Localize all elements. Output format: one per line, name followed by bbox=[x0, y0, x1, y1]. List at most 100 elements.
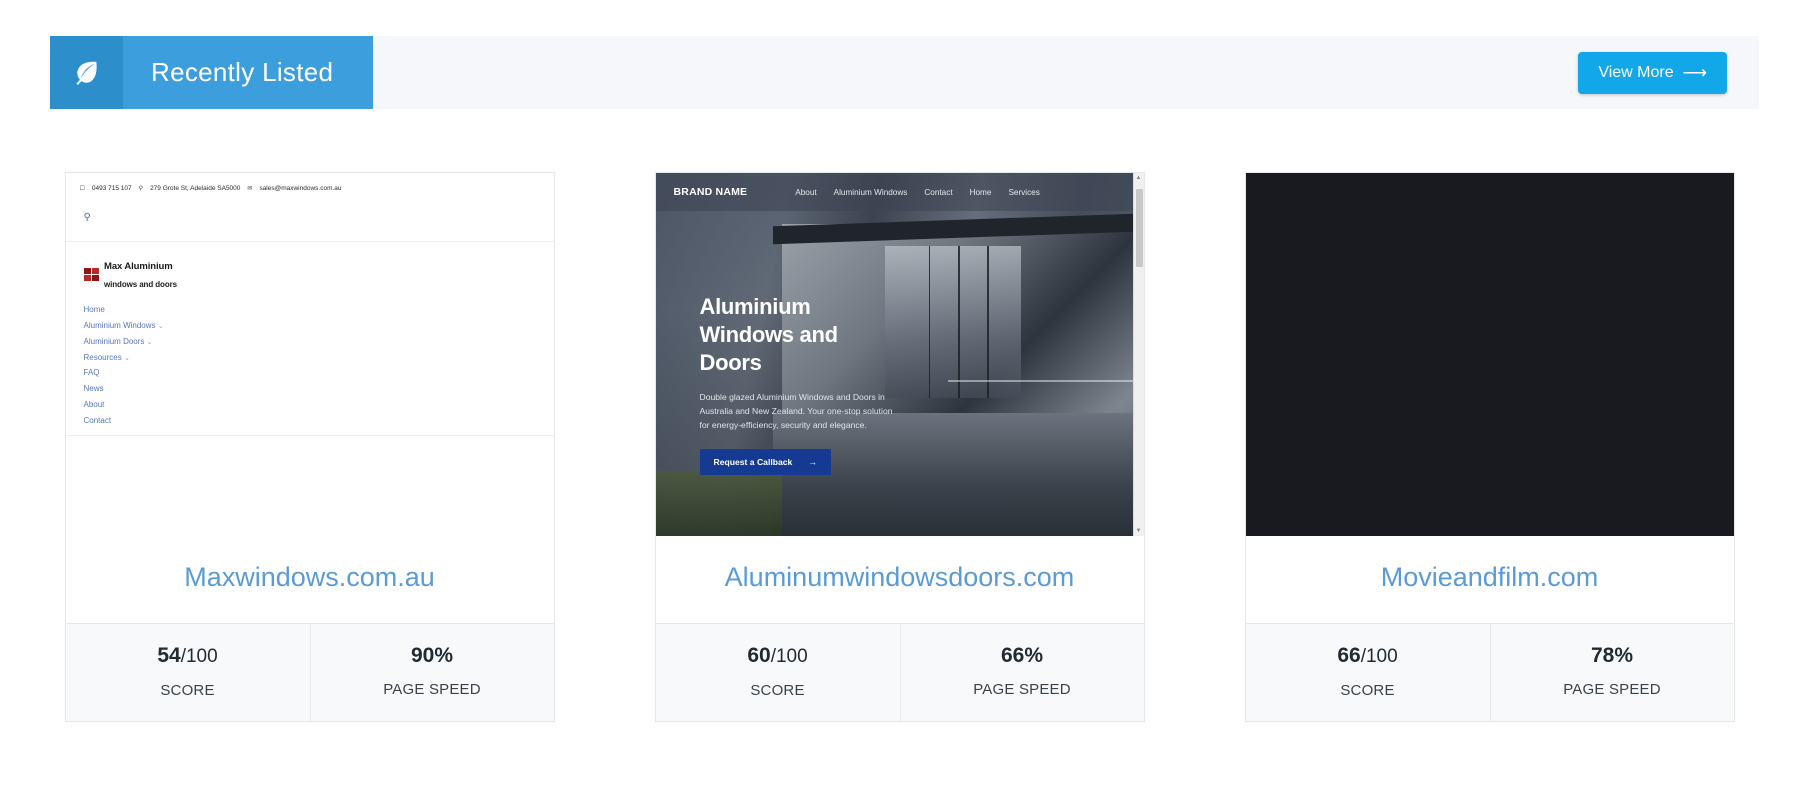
hero-photo-mullion bbox=[928, 245, 931, 399]
thumb-nav-item: About bbox=[84, 396, 554, 412]
score-suffix: /100 bbox=[180, 646, 218, 667]
scroll-down-icon[interactable]: ▼ bbox=[1136, 528, 1142, 534]
score-stat: 66/100 SCORE bbox=[1246, 624, 1490, 721]
location-pin-icon: ⚲ bbox=[138, 186, 144, 192]
chevron-down-icon: ⌄ bbox=[157, 322, 164, 330]
search-icon: ⚲ bbox=[83, 212, 91, 223]
page-speed-value: 66% bbox=[1000, 644, 1044, 667]
header-badge: Recently Listed bbox=[50, 36, 373, 109]
site-domain-link[interactable]: Movieandfilm.com bbox=[1246, 536, 1734, 623]
site-stats: 54/100 SCORE 90% PAGE SPEED bbox=[65, 623, 554, 721]
site-thumbnail[interactable]: ☐ 0493 715 107 ⚲ 279 Grote St, Adelaide … bbox=[65, 173, 554, 536]
site-stats: 66/100 SCORE 78% PAGE SPEED bbox=[1245, 623, 1734, 721]
thumb-nav-label: Aluminium Windows bbox=[83, 320, 156, 330]
thumb-nav-item: Contact bbox=[84, 412, 554, 428]
thumb-nav-item: Contact bbox=[924, 187, 953, 197]
thumb-phone: 0493 715 107 bbox=[91, 185, 132, 192]
score-value-row: 66/100 bbox=[1250, 642, 1486, 670]
thumb-nav-item: Home bbox=[84, 302, 554, 318]
thumb-nav-item: Aluminium Doors ⌄ bbox=[84, 333, 554, 349]
header-title-container: Recently Listed bbox=[123, 36, 373, 109]
site-cards-row: ☐ 0493 715 107 ⚲ 279 Grote St, Adelaide … bbox=[0, 172, 1799, 722]
site-domain-link[interactable]: Maxwindows.com.au bbox=[66, 536, 554, 623]
thumb-scrollbar[interactable]: ▲ ▼ bbox=[1132, 173, 1144, 536]
arrow-right-icon: ⟶ bbox=[1682, 63, 1707, 82]
thumb-hero-heading: Aluminium Windows and Doors bbox=[699, 294, 839, 376]
page-speed-label: PAGE SPEED bbox=[973, 681, 1071, 699]
view-more-label: View More bbox=[1598, 63, 1674, 81]
hero-photo-balcony-rail bbox=[948, 379, 1134, 382]
arrow-right-icon: → bbox=[808, 457, 817, 468]
thumb-hero-paragraph: Double glazed Aluminium Windows and Door… bbox=[699, 392, 893, 431]
site-thumbnail[interactable] bbox=[1245, 173, 1734, 536]
score-suffix: /100 bbox=[1360, 646, 1398, 667]
view-more-button[interactable]: View More ⟶ bbox=[1578, 51, 1727, 94]
score-value-row: 60/100 bbox=[660, 642, 896, 670]
thumb-divider-bottom bbox=[65, 435, 554, 437]
score-value: 60 bbox=[747, 644, 771, 667]
thumb-request-callback-button: Request a Callback → bbox=[699, 449, 831, 476]
thumb-address: 279 Grote St, Adelaide SA5000 bbox=[150, 185, 241, 192]
thumb-brand: BRAND NAME bbox=[673, 186, 748, 198]
thumb-nav-item: Aluminium Windows ⌄ bbox=[84, 318, 554, 334]
site-card[interactable]: ☐ 0493 715 107 ⚲ 279 Grote St, Adelaide … bbox=[64, 172, 555, 722]
thumb-logo: Max Aluminium windows and doors bbox=[66, 242, 554, 293]
page-speed-value: 78% bbox=[1590, 644, 1634, 667]
logo-mark-icon bbox=[83, 267, 99, 282]
thumb-contact-bar: ☐ 0493 715 107 ⚲ 279 Grote St, Adelaide … bbox=[66, 173, 554, 192]
header-spacer bbox=[373, 36, 1578, 109]
page-speed-stat: 78% PAGE SPEED bbox=[1489, 624, 1734, 721]
thumbnail-movieandfilm bbox=[1245, 173, 1734, 536]
page-speed-stat: 90% PAGE SPEED bbox=[309, 624, 554, 721]
thumb-nav-label: Contact bbox=[83, 415, 112, 425]
logo-text: Max Aluminium windows and doors bbox=[104, 256, 177, 293]
thumb-nav-links: About Aluminium Windows Contact Home Ser… bbox=[795, 188, 1040, 197]
score-value-row: 54/100 bbox=[70, 642, 306, 670]
thumb-nav-item: Home bbox=[969, 187, 992, 197]
site-stats: 60/100 SCORE 66% PAGE SPEED bbox=[655, 623, 1144, 721]
leaf-icon bbox=[72, 58, 102, 88]
thumb-nav-label: Resources bbox=[83, 352, 122, 362]
site-domain-link[interactable]: Aluminumwindowsdoors.com bbox=[656, 536, 1144, 623]
header-action-area: View More ⟶ bbox=[1578, 36, 1759, 109]
thumb-nav-label: Aluminium Doors bbox=[83, 336, 145, 346]
chevron-down-icon: ⌄ bbox=[123, 354, 130, 362]
thumb-cta-label: Request a Callback bbox=[713, 457, 793, 468]
score-value: 66 bbox=[1337, 644, 1361, 667]
site-thumbnail[interactable]: BRAND NAME About Aluminium Windows Conta… bbox=[655, 173, 1144, 536]
page-speed-label: PAGE SPEED bbox=[383, 681, 481, 699]
thumb-nav-label: About bbox=[83, 399, 105, 409]
site-card[interactable]: Movieandfilm.com 66/100 SCORE 78% PAGE S… bbox=[1244, 172, 1735, 722]
thumb-nav-item: News bbox=[84, 381, 554, 397]
score-stat: 60/100 SCORE bbox=[656, 624, 900, 721]
thumb-hero-content: Aluminium Windows and Doors Double glaze… bbox=[699, 293, 900, 476]
thumbnail-aluminumwindowsdoors: BRAND NAME About Aluminium Windows Conta… bbox=[655, 173, 1144, 536]
recently-listed-header: Recently Listed View More ⟶ bbox=[50, 36, 1759, 109]
score-label: SCORE bbox=[160, 681, 215, 699]
thumb-nav-item: FAQ bbox=[84, 365, 554, 381]
thumb-nav-item: Services bbox=[1008, 187, 1040, 197]
logo-line-2: windows and doors bbox=[104, 280, 177, 290]
thumb-nav: Home Aluminium Windows ⌄ Aluminium Doors… bbox=[66, 293, 554, 428]
thumb-nav-item: Aluminium Windows bbox=[833, 187, 908, 197]
phone-icon: ☐ bbox=[79, 186, 85, 192]
hero-photo-foliage bbox=[655, 470, 783, 536]
scroll-up-icon[interactable]: ▲ bbox=[1136, 175, 1142, 181]
thumbnail-maxwindows: ☐ 0493 715 107 ⚲ 279 Grote St, Adelaide … bbox=[65, 173, 554, 536]
thumb-nav-item: Resources ⌄ bbox=[84, 349, 554, 365]
scrollbar-thumb[interactable] bbox=[1135, 189, 1143, 267]
score-label: SCORE bbox=[1340, 681, 1395, 699]
thumb-nav-item: About bbox=[795, 187, 817, 197]
score-suffix: /100 bbox=[770, 646, 808, 667]
page-speed-stat: 66% PAGE SPEED bbox=[899, 624, 1144, 721]
page-title: Recently Listed bbox=[151, 57, 334, 87]
page-speed-label: PAGE SPEED bbox=[1563, 681, 1661, 699]
chevron-down-icon: ⌄ bbox=[146, 338, 153, 346]
score-value: 54 bbox=[157, 644, 181, 667]
hero-photo-mullion bbox=[987, 245, 989, 399]
page-speed-value: 90% bbox=[410, 644, 454, 667]
site-card[interactable]: BRAND NAME About Aluminium Windows Conta… bbox=[654, 172, 1145, 722]
thumb-nav-label: News bbox=[83, 384, 104, 394]
hero-photo-glass bbox=[884, 245, 1022, 399]
thumb-search-icon-row: ⚲ bbox=[66, 192, 554, 223]
